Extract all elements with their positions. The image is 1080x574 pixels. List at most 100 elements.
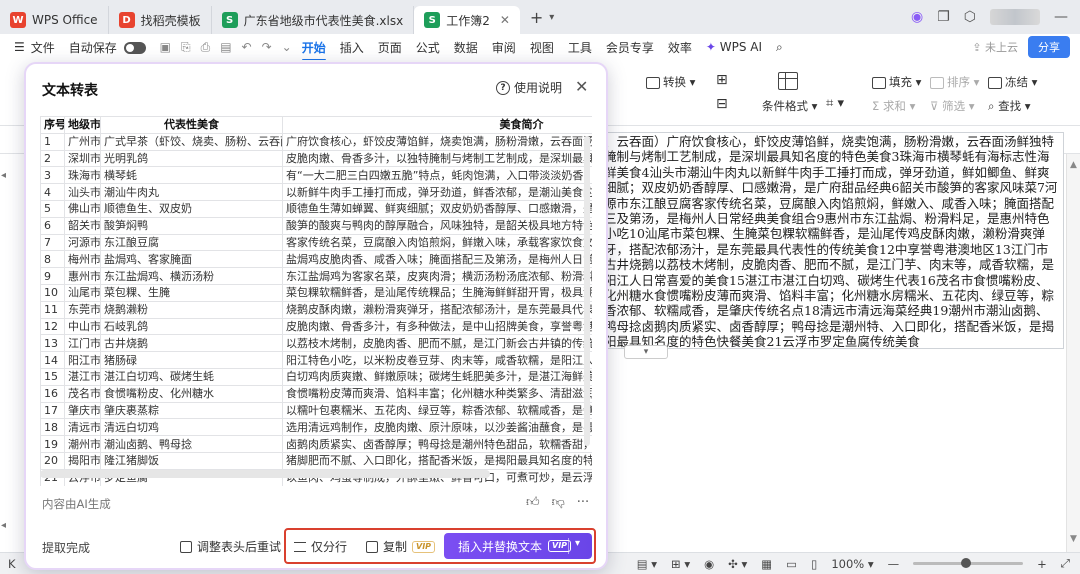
- description-cell: 以糯叶包裹糯米、五花肉、绿豆等，粽香浓郁、软糯咸香，是肇庆: [282, 401, 592, 420]
- normal-view-icon[interactable]: ▦: [761, 557, 772, 571]
- row-index: 2: [40, 149, 65, 168]
- search-icon[interactable]: ⌕: [776, 40, 783, 55]
- convert-button[interactable]: 转换 ▾: [646, 74, 695, 90]
- wps-ai-menu[interactable]: ✦ WPS AI: [706, 40, 762, 54]
- city-cell: 珠海市: [64, 166, 101, 185]
- tab-workbook2[interactable]: S 工作簿2 ✕: [414, 6, 520, 34]
- close-icon[interactable]: ✕: [575, 77, 588, 96]
- chevron-down-icon[interactable]: ▾: [549, 12, 554, 23]
- conditional-format-button[interactable]: 条件格式 ▾: [762, 98, 817, 114]
- help-icon: ?: [496, 80, 510, 95]
- row-nav-icon[interactable]: ◂: [1, 520, 6, 531]
- table-row: 19 潮州市 潮汕卤鹅、鸭母捻 卤鹅肉质紧实、卤香醇厚；鸭母捻是潮州特色甜品，软糯香甜…: [40, 435, 592, 453]
- add-tab-button[interactable]: +: [530, 8, 543, 27]
- wrap-icon[interactable]: ⊟: [716, 96, 728, 112]
- tab-food-xlsx[interactable]: S 广东省地级市代表性美食.xlsx: [212, 6, 415, 34]
- tab-label: 广东省地级市代表性美食.xlsx: [243, 13, 404, 28]
- avatar[interactable]: [990, 9, 1040, 25]
- cell-border-icon[interactable]: ⌗ ▾: [826, 96, 844, 111]
- table-row: 4 汕头市 潮汕牛肉丸 以新鲜牛肉手工捶打而成，弹牙劲道，鲜香浓郁，是潮汕美食的经: [40, 183, 592, 201]
- city-cell: 茂名市: [64, 384, 101, 403]
- fullscreen-icon[interactable]: ⤢: [1061, 556, 1070, 571]
- page-view-icon[interactable]: ▭: [786, 557, 797, 571]
- grid-icon[interactable]: ⊞ ▾: [671, 557, 690, 571]
- scroll-up-icon[interactable]: ▲: [1070, 160, 1077, 170]
- preview-icon[interactable]: ▤: [220, 40, 231, 54]
- menu-icon[interactable]: ☰: [14, 40, 25, 54]
- split-lines-button[interactable]: 仅分行: [294, 538, 347, 555]
- result-table-container[interactable]: 序号 地级市 代表性美食 美食简介 1 广州市 广式早茶（虾饺、烧卖、肠粉、云吞面）…: [40, 116, 592, 486]
- zoom-slider[interactable]: [913, 558, 1024, 568]
- scroll-down-icon[interactable]: ▼: [1070, 534, 1077, 544]
- thumbs-down-icon[interactable]: 👎︎: [552, 495, 565, 510]
- tab-docer-templates[interactable]: D 找稻壳模板: [109, 6, 212, 34]
- menu-item-view[interactable]: 视图: [530, 39, 554, 56]
- vertical-scrollbar[interactable]: ▲ ▼: [1066, 154, 1080, 552]
- save-icon[interactable]: ▣: [160, 40, 171, 54]
- description-cell: 有“一大二肥三白四嫩五脆”特点，蚝肉饱满，入口带淡淡奶香，: [282, 166, 592, 185]
- chevron-down-icon[interactable]: ▾: [575, 538, 580, 549]
- row-nav-icon[interactable]: ◂: [1, 170, 6, 181]
- table-vertical-scrollbar[interactable]: [584, 136, 590, 446]
- help-link[interactable]: ? 使用说明: [496, 79, 562, 96]
- cube-icon[interactable]: ⬡: [964, 9, 976, 25]
- menu-item-page[interactable]: 页面: [378, 39, 402, 56]
- row-index: 8: [40, 250, 65, 269]
- sort-button[interactable]: 排序 ▾: [930, 74, 979, 90]
- expand-cell-button[interactable]: ▾: [624, 345, 668, 359]
- description-cell: 客家传统名菜，豆腐酿入肉馅煎焖，鲜嫩入味，承载客家饮食文化: [282, 233, 592, 252]
- description-cell: 猪脚肥而不腻、入口即化，搭配香米饭，是揭阳最具知名度的特色: [282, 451, 592, 470]
- thumbs-up-icon[interactable]: 👍︎: [526, 495, 540, 510]
- eye-icon[interactable]: ◉: [704, 557, 714, 571]
- menu-item-formula[interactable]: 公式: [416, 39, 440, 56]
- more-icon[interactable]: ···: [577, 495, 589, 510]
- merge-icon[interactable]: ⊞: [716, 72, 728, 88]
- chevron-down-icon[interactable]: ⌄: [282, 40, 292, 54]
- cross-icon[interactable]: ✣ ▾: [728, 557, 747, 571]
- menu-item-review[interactable]: 审阅: [492, 39, 516, 56]
- copy-button[interactable]: 复制 VIP: [366, 538, 436, 555]
- table-row: 11 东莞市 烧鹅濑粉 烧鹅皮酥肉嫩，濑粉滑爽弹牙，搭配浓郁汤汁，是东莞最具代表性: [40, 300, 592, 319]
- autosave-toggle[interactable]: [123, 42, 146, 54]
- color-wheel-icon[interactable]: ◉: [911, 9, 923, 25]
- zoom-out-icon[interactable]: —: [888, 557, 900, 571]
- file-menu[interactable]: 文件: [31, 39, 55, 56]
- cloud-status[interactable]: ⇪ 未上云: [972, 39, 1018, 55]
- export-icon[interactable]: ⎘: [181, 40, 191, 55]
- conditional-format-icon[interactable]: [778, 72, 798, 90]
- row-index: 9: [40, 267, 65, 285]
- horizontal-scrollbar[interactable]: [40, 470, 490, 478]
- menu-item-data[interactable]: 数据: [454, 39, 478, 56]
- menu-item-insert[interactable]: 插入: [340, 39, 364, 56]
- freeze-button[interactable]: 冻结 ▾: [988, 74, 1037, 90]
- zoom-level[interactable]: 100% ▾: [831, 557, 873, 571]
- find-button[interactable]: ⌕ 查找 ▾: [988, 98, 1031, 114]
- filter-button[interactable]: ⊽ 筛选 ▾: [930, 98, 975, 114]
- menu-item-home[interactable]: 开始: [301, 39, 326, 61]
- city-cell: 肇庆市: [64, 401, 101, 420]
- zoom-slider-handle[interactable]: [961, 558, 972, 568]
- insert-label: 插入并替换文本: [458, 539, 543, 554]
- menu-item-tools[interactable]: 工具: [568, 39, 592, 56]
- fill-button[interactable]: 填充 ▾: [872, 74, 921, 90]
- description-cell: 烧鹅皮酥肉嫩，濑粉滑爽弹牙，搭配浓郁汤汁，是东莞最具代表性: [282, 300, 592, 319]
- cell-text-content[interactable]: 、云吞面）广府饮食核心，虾饺皮薄馅鲜，烧卖饱满，肠粉滑嫩，云吞面汤鲜独特腌制与烤…: [598, 132, 1064, 349]
- layout-view-icon[interactable]: ▯: [811, 557, 817, 571]
- insert-replace-button[interactable]: 插入并替换文本 VIP ▾: [444, 533, 592, 559]
- sheet-icon[interactable]: ▤ ▾: [637, 557, 657, 571]
- redo-icon[interactable]: ↷: [262, 40, 272, 54]
- minimize-icon[interactable]: —: [1054, 9, 1068, 25]
- restore-icon[interactable]: ❐: [937, 9, 950, 25]
- zoom-in-icon[interactable]: +: [1037, 557, 1047, 571]
- menu-item-member[interactable]: 会员专享: [606, 39, 654, 56]
- menu-item-efficiency[interactable]: 效率: [668, 39, 692, 56]
- close-icon[interactable]: ✕: [500, 13, 510, 27]
- retry-after-adjust-button[interactable]: 调整表头后重试: [180, 538, 281, 555]
- share-button[interactable]: 分享: [1028, 36, 1070, 58]
- tab-wps-office[interactable]: W WPS Office: [0, 6, 109, 34]
- table-row: 3 珠海市 横琴蚝 有“一大二肥三白四嫩五脆”特点，蚝肉饱满，入口带淡淡奶香，: [40, 166, 592, 185]
- sheet-nav-icon[interactable]: K: [8, 557, 16, 571]
- sum-button[interactable]: Σ 求和 ▾: [872, 98, 915, 114]
- undo-icon[interactable]: ↶: [242, 40, 252, 54]
- print-icon[interactable]: ⎙: [201, 40, 211, 55]
